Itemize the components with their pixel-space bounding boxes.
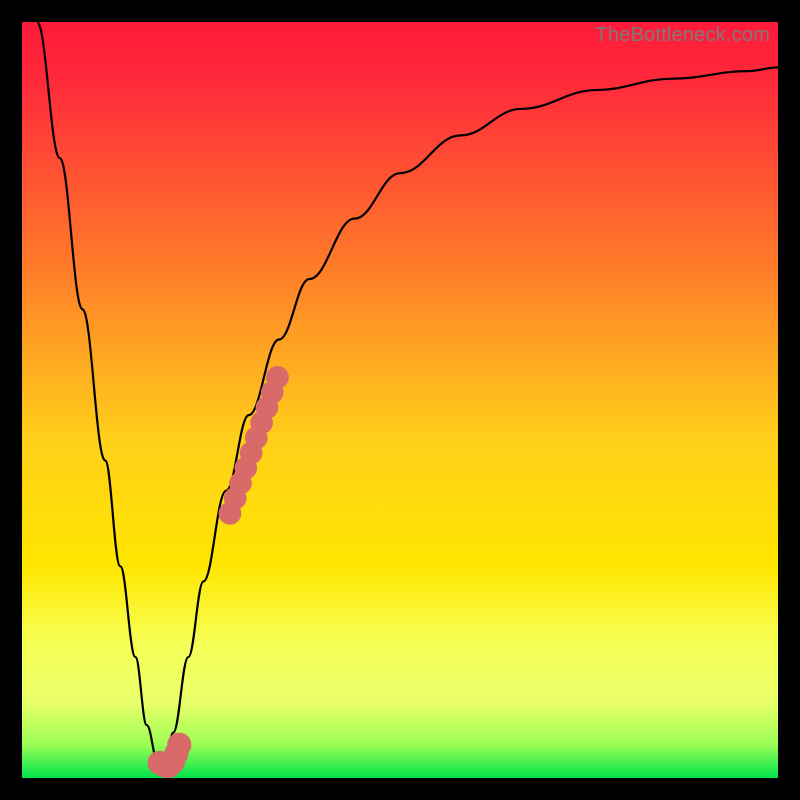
plot-area: TheBottleneck.com [22, 22, 778, 778]
heat-gradient [22, 22, 778, 778]
hook-marker-dot [167, 733, 191, 757]
ascending-marker-dot [266, 366, 289, 389]
outer-frame: TheBottleneck.com [0, 0, 800, 800]
watermark-text: TheBottleneck.com [595, 24, 770, 47]
chart-svg [22, 22, 778, 778]
